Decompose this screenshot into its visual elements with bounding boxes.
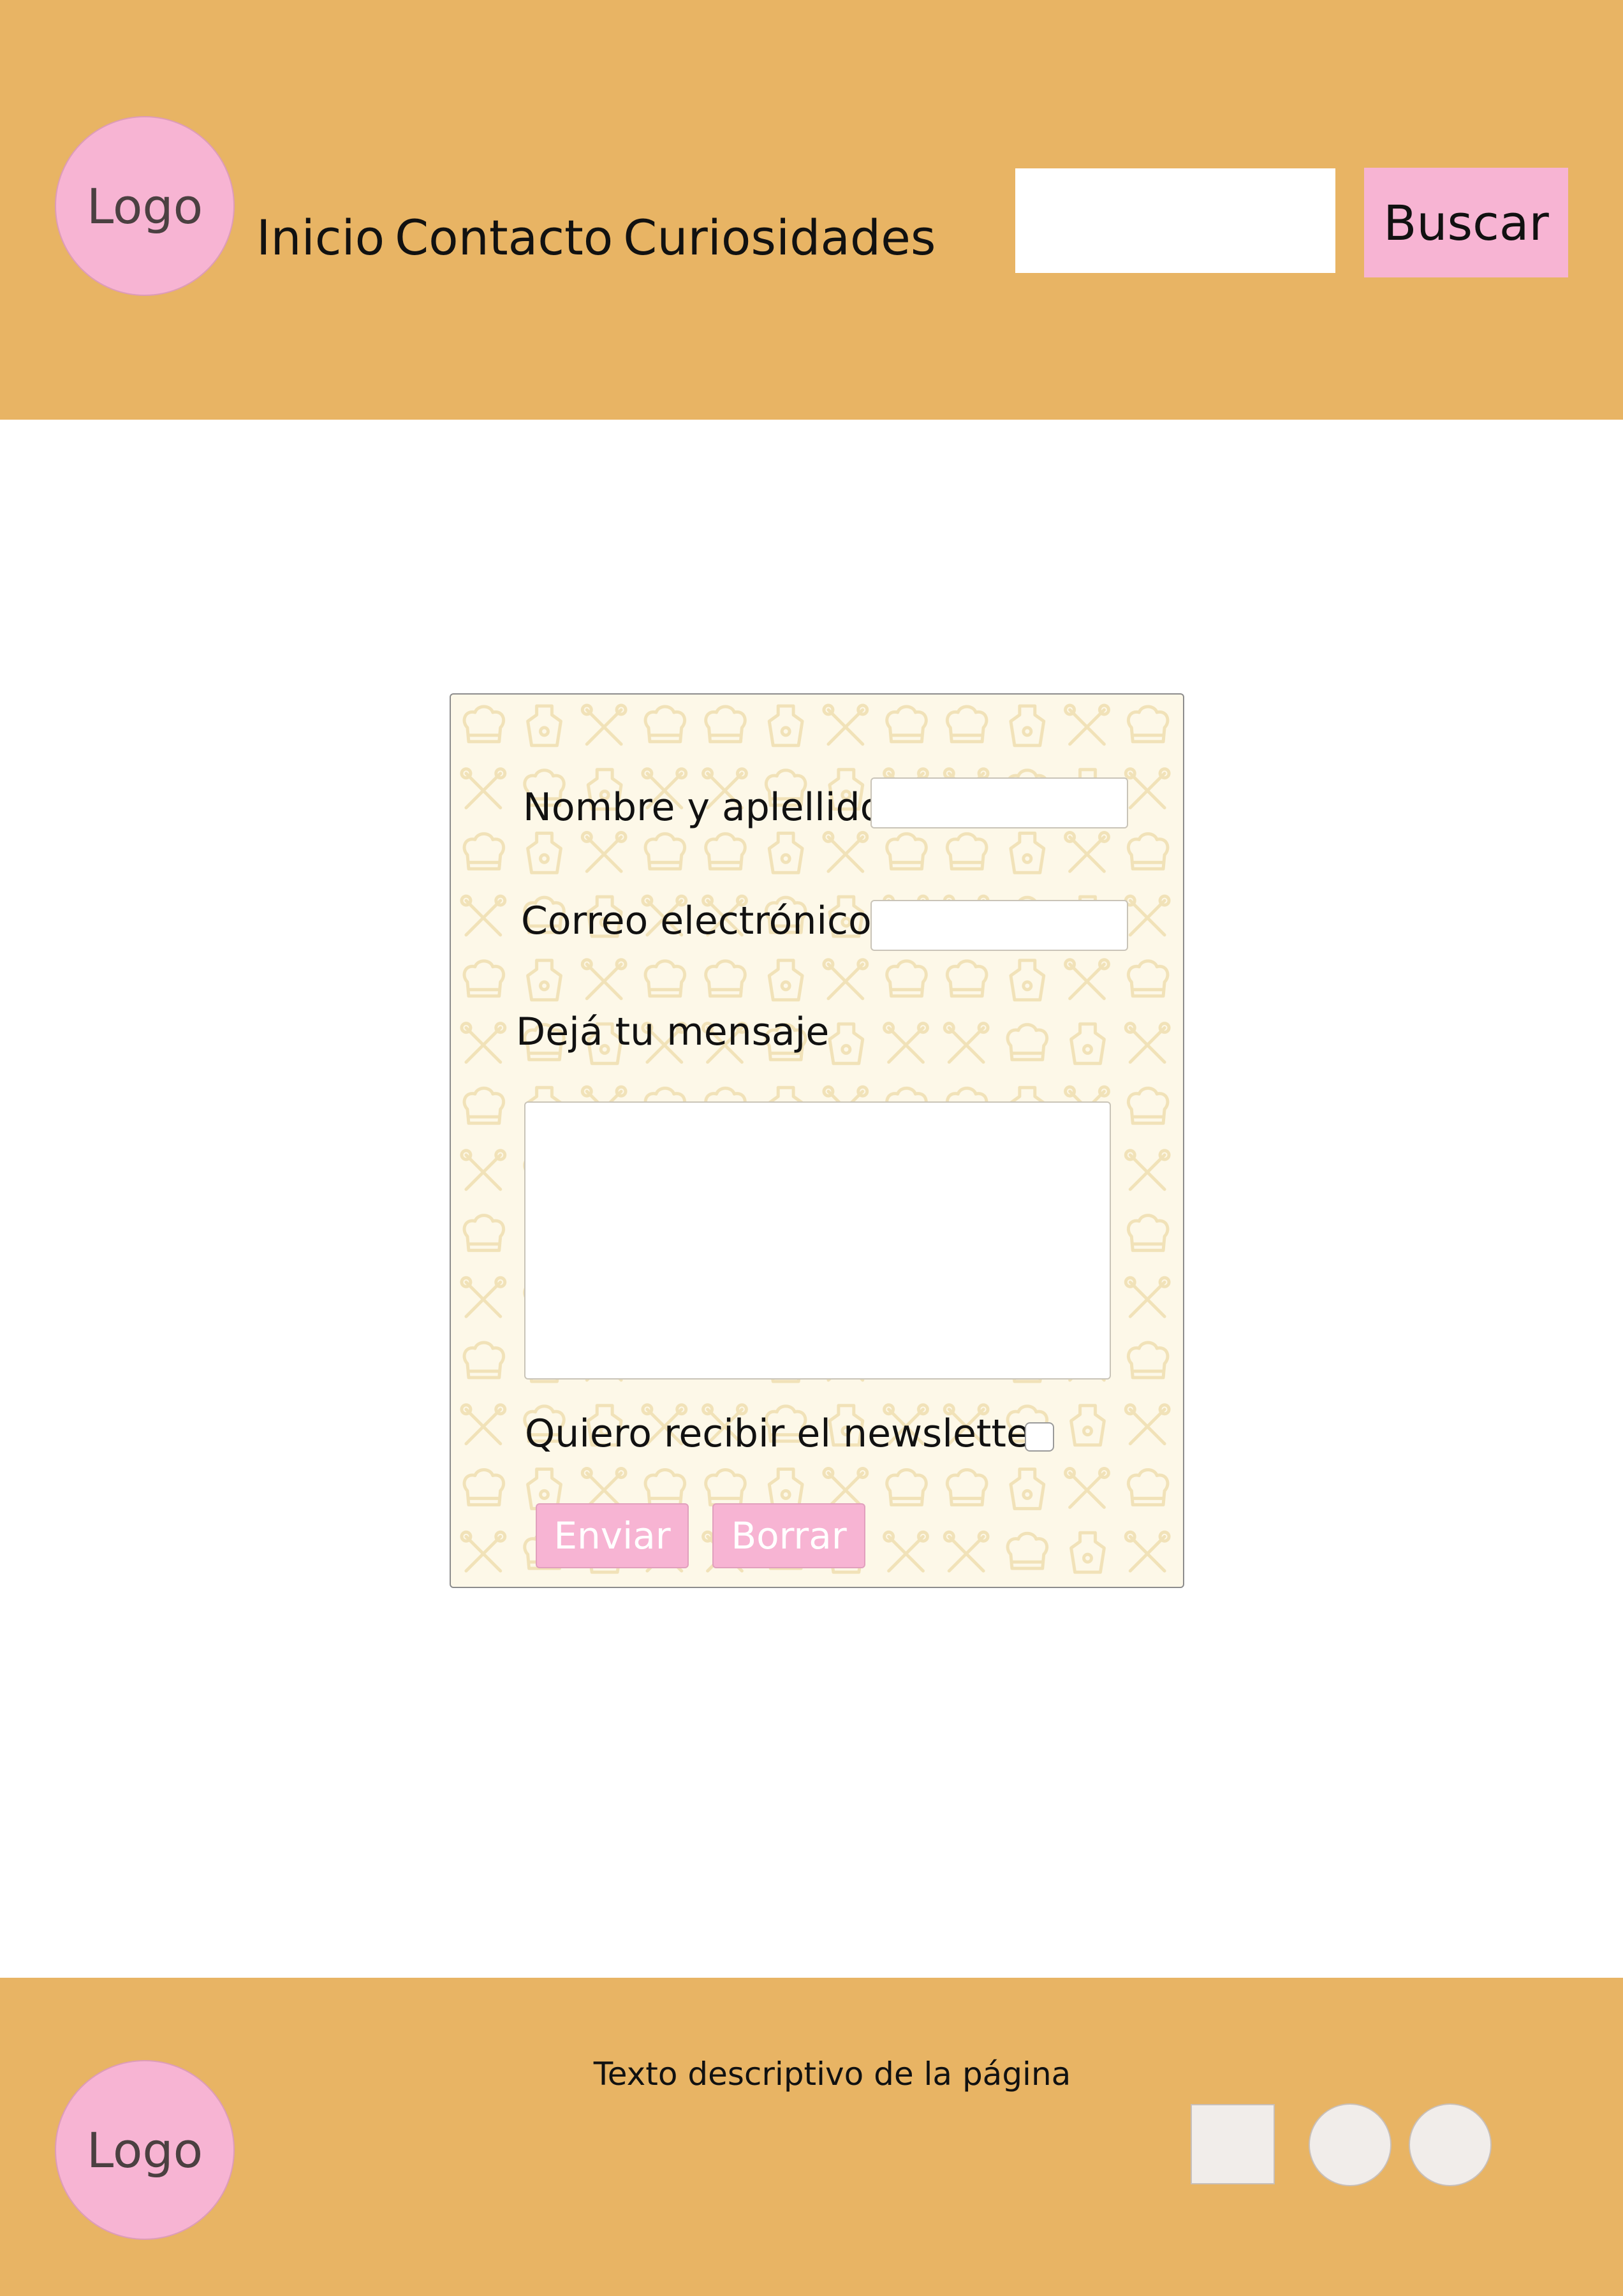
- site-header: Logo Inicio Contacto Curiosidades Buscar: [0, 0, 1623, 420]
- search-input[interactable]: [1015, 168, 1335, 273]
- search-button[interactable]: Buscar: [1364, 168, 1568, 277]
- header-logo-text: Logo: [86, 177, 203, 235]
- circle-social-icon[interactable]: [1409, 2103, 1492, 2186]
- footer-logo-text: Logo: [86, 2121, 203, 2179]
- name-field[interactable]: [870, 777, 1128, 828]
- message-textarea[interactable]: [524, 1101, 1111, 1380]
- newsletter-label: Quiero recibir el newsletter: [525, 1411, 1046, 1456]
- header-logo[interactable]: Logo: [55, 116, 235, 296]
- nav-item-inicio[interactable]: Inicio: [256, 209, 385, 266]
- email-field[interactable]: [870, 900, 1128, 951]
- site-footer: Logo Texto descriptivo de la página: [0, 1978, 1623, 2296]
- square-social-icon[interactable]: [1191, 2104, 1275, 2184]
- newsletter-checkbox[interactable]: [1025, 1422, 1054, 1452]
- contact-form: Nombre y aplellido: Correo electrónico: …: [450, 693, 1184, 1588]
- name-label: Nombre y aplellido:: [523, 785, 897, 830]
- main-nav: Inicio Contacto Curiosidades: [256, 209, 946, 266]
- email-label: Correo electrónico:: [521, 899, 885, 943]
- message-label: Dejá tu mensaje: [516, 1010, 830, 1054]
- nav-item-contacto[interactable]: Contacto: [395, 209, 613, 266]
- footer-description: Texto descriptivo de la página: [593, 2056, 1071, 2093]
- circle-social-icon[interactable]: [1309, 2103, 1392, 2186]
- reset-button[interactable]: Borrar: [712, 1503, 865, 1568]
- submit-button[interactable]: Enviar: [536, 1503, 689, 1568]
- nav-item-curiosidades[interactable]: Curiosidades: [623, 209, 936, 266]
